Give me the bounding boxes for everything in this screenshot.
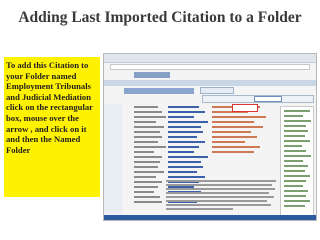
database-nav-tabs <box>124 88 194 94</box>
folder-select-box <box>254 96 282 102</box>
add-to-folder-button <box>200 87 234 94</box>
database-logo <box>134 72 170 78</box>
browser-chrome <box>104 54 316 63</box>
embedded-database-screenshot <box>103 53 317 221</box>
windows-taskbar <box>104 215 316 220</box>
citation-field-labels <box>126 106 166 216</box>
slide-title: Adding Last Imported Citation to a Folde… <box>18 9 302 26</box>
right-related-panel <box>280 106 314 218</box>
database-banner <box>104 80 316 86</box>
folder-dropdown-popup <box>232 104 258 112</box>
instruction-text: To add this Citation to your Folder name… <box>6 60 93 155</box>
search-results-links <box>212 106 272 166</box>
left-sidebar <box>104 104 122 214</box>
abstract-paragraph <box>166 180 278 214</box>
browser-address-bar <box>110 64 310 70</box>
